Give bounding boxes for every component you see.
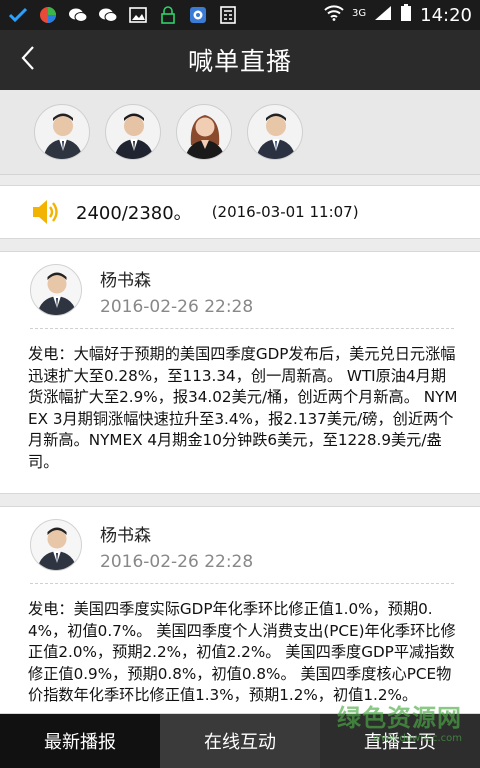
signal-icon — [374, 5, 392, 26]
page-title: 喊单直播 — [187, 47, 292, 76]
wechat-icon-2 — [98, 6, 118, 24]
network-type-label: 3G — [352, 7, 367, 19]
analyst-avatar-row — [0, 90, 480, 175]
wifi-icon — [324, 4, 344, 26]
live-ticker[interactable]: 2400/2380。 (2016-03-01 11:07) — [0, 185, 480, 239]
post-card[interactable]: 杨书森 2016-02-26 22:28 发电：大幅好于预期的美国四季度GDP发… — [0, 251, 480, 494]
divider — [30, 328, 454, 329]
tab-latest-broadcast[interactable]: 最新播报 — [0, 714, 160, 768]
analyst-avatar-4[interactable] — [247, 104, 303, 160]
author-name: 杨书森 — [100, 271, 151, 291]
app-ball-icon — [38, 6, 58, 24]
status-bar: 3G 14:20 — [0, 0, 480, 30]
analyst-avatar-1[interactable] — [34, 104, 90, 160]
wechat-icon — [68, 6, 88, 24]
clock: 14:20 — [420, 4, 472, 26]
post-content: 发电：大幅好于预期的美国四季度GDP发布后，美元兑日元涨幅迅速扩大至0.28%，… — [28, 345, 458, 471]
author-avatar[interactable] — [30, 519, 82, 571]
app-header: 喊单直播 — [0, 30, 480, 90]
post-content: 发电：美国四季度实际GDP年化季环比修正值1.0%，预期0.4%，初值0.7%。… — [28, 600, 456, 704]
post-card[interactable]: 杨书森 2016-02-26 22:28 发电：美国四季度实际GDP年化季环比修… — [0, 506, 480, 714]
ticker-text: 2400/2380。 — [76, 203, 192, 224]
post-header: 杨书森 2016-02-26 22:28 — [0, 507, 480, 587]
author-avatar[interactable] — [30, 264, 82, 316]
tab-live-home[interactable]: 直播主页 — [320, 714, 480, 768]
post-datetime: 2016-02-26 22:28 — [100, 552, 254, 572]
divider — [30, 583, 454, 584]
analyst-avatar-3[interactable] — [176, 104, 232, 160]
image-icon — [128, 6, 148, 24]
calculator-icon — [218, 6, 238, 24]
post-header: 杨书森 2016-02-26 22:28 — [0, 252, 480, 332]
back-button[interactable] — [20, 42, 64, 78]
tab-online-interaction[interactable]: 在线互动 — [160, 714, 320, 768]
bottom-nav: 最新播报 在线互动 直播主页 — [0, 714, 480, 768]
ticker-time: (2016-03-01 11:07) — [211, 203, 359, 221]
author-name: 杨书森 — [100, 526, 151, 546]
lock-icon — [158, 6, 178, 24]
post-datetime: 2016-02-26 22:28 — [100, 297, 254, 317]
battery-icon — [400, 3, 412, 27]
speaker-icon — [30, 197, 62, 227]
analyst-avatar-2[interactable] — [105, 104, 161, 160]
check-icon — [8, 6, 28, 24]
chevron-left-icon — [20, 45, 36, 75]
camera-app-icon — [188, 6, 208, 24]
